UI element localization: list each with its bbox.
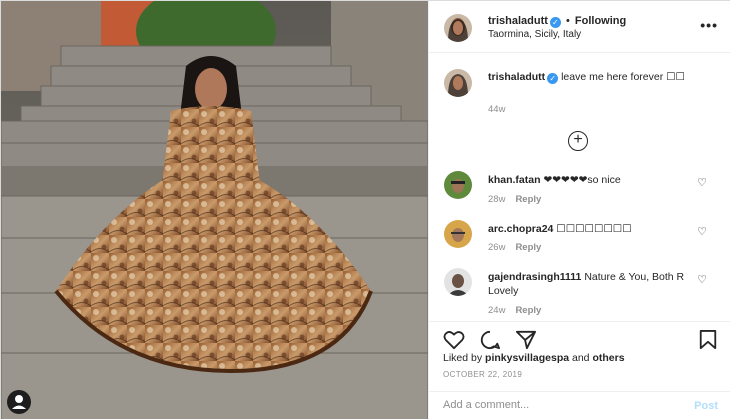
tagged-user-icon[interactable] — [7, 390, 31, 414]
instagram-post-modal: trishaladutt ✓ • Following Taormina, Sici… — [0, 0, 730, 419]
post-photo[interactable] — [1, 1, 428, 419]
reply-button[interactable]: Reply — [515, 305, 541, 316]
person-icon — [12, 395, 26, 409]
following-button[interactable]: Following — [575, 15, 626, 27]
comment-bubble-icon[interactable] — [479, 330, 501, 350]
comment-body: khan.fatan ❤❤❤❤❤so nice — [488, 173, 688, 187]
post-header: trishaladutt ✓ • Following Taormina, Sici… — [429, 1, 730, 53]
post-actions-bar — [429, 321, 730, 353]
author-username[interactable]: trishaladutt — [488, 15, 548, 27]
comment-meta: 24w Reply — [488, 305, 541, 316]
post-sidebar: trishaladutt ✓ • Following Taormina, Sici… — [428, 1, 730, 419]
liked-by-user[interactable]: pinkysvillagespa — [485, 352, 569, 364]
caption: trishaladutt ✓ leave me here forever ☐☐ — [488, 70, 714, 84]
comment-timestamp[interactable]: 26w — [488, 242, 505, 253]
location-link[interactable]: Taormina, Sicily, Italy — [488, 29, 581, 40]
separator-dot: • — [565, 15, 570, 27]
comment-body: arc.chopra24 ☐☐☐☐☐☐☐☐ — [488, 222, 688, 236]
caption-timestamp[interactable]: 44w — [488, 104, 505, 115]
caption-username[interactable]: trishaladutt — [488, 71, 545, 83]
add-comment-input[interactable] — [443, 399, 663, 411]
comment-username[interactable]: khan.fatan — [488, 174, 541, 186]
add-comment-bar: Post — [429, 391, 730, 419]
verified-badge-icon: ✓ — [549, 17, 561, 28]
like-comment-heart-icon[interactable]: ♡ — [697, 176, 707, 189]
comment-body: gajendrasingh1111 Nature & You, Both R L… — [488, 270, 688, 298]
caption-avatar[interactable] — [444, 69, 472, 97]
load-more-comments-icon[interactable]: + — [568, 131, 588, 151]
commenter-avatar[interactable] — [444, 171, 472, 199]
comment-meta: 26w Reply — [488, 242, 541, 253]
commenter-avatar[interactable] — [444, 220, 472, 248]
comment-timestamp[interactable]: 28w — [488, 194, 505, 205]
reply-button[interactable]: Reply — [515, 194, 541, 205]
verified-badge-icon: ✓ — [547, 73, 559, 84]
likes-prefix: Liked by — [443, 352, 483, 364]
like-comment-heart-icon[interactable]: ♡ — [697, 273, 707, 286]
comment-text: ❤❤❤❤❤so nice — [543, 174, 621, 186]
author-line: trishaladutt ✓ • Following — [488, 15, 626, 28]
save-bookmark-icon[interactable] — [698, 330, 718, 350]
comment-meta: 28w Reply — [488, 194, 541, 205]
caption-text: leave me here forever ☐☐ — [561, 71, 685, 83]
share-paper-plane-icon[interactable] — [515, 330, 537, 350]
likes-summary: Liked by pinkysvillagespa and others — [443, 352, 625, 364]
more-options-icon[interactable]: ••• — [700, 17, 718, 33]
post-photo-image — [1, 1, 428, 419]
likes-others-link[interactable]: others — [592, 352, 624, 364]
author-avatar[interactable] — [444, 14, 472, 42]
comment-timestamp[interactable]: 24w — [488, 305, 505, 316]
comment-text: ☐☐☐☐☐☐☐☐ — [556, 223, 632, 235]
comment-username[interactable]: gajendrasingh1111 — [488, 271, 581, 283]
comment-username[interactable]: arc.chopra24 — [488, 223, 553, 235]
like-comment-heart-icon[interactable]: ♡ — [697, 225, 707, 238]
likes-joiner: and — [572, 352, 590, 364]
post-date[interactable]: October 22, 2019 — [443, 370, 522, 379]
reply-button[interactable]: Reply — [515, 242, 541, 253]
commenter-avatar[interactable] — [444, 268, 472, 296]
post-comment-button[interactable]: Post — [694, 400, 718, 412]
like-heart-icon[interactable] — [443, 330, 465, 350]
